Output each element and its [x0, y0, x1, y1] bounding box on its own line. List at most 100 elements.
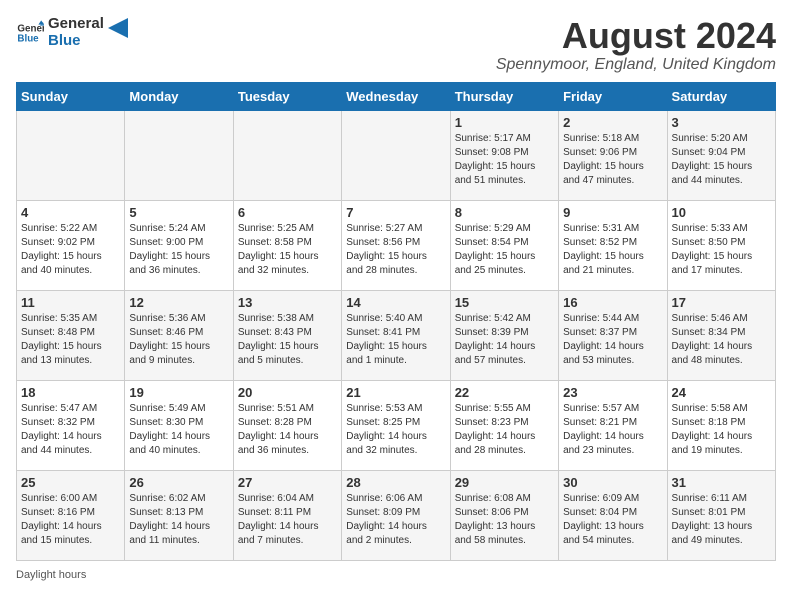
calendar-cell: [233, 110, 341, 200]
calendar-cell: [17, 110, 125, 200]
calendar-cell: 7Sunrise: 5:27 AM Sunset: 8:56 PM Daylig…: [342, 200, 450, 290]
day-info: Sunrise: 5:46 AM Sunset: 8:34 PM Dayligh…: [672, 312, 771, 368]
calendar-cell: 18Sunrise: 5:47 AM Sunset: 8:32 PM Dayli…: [17, 380, 125, 470]
calendar-cell: 14Sunrise: 5:40 AM Sunset: 8:41 PM Dayli…: [342, 290, 450, 380]
calendar-cell: 5 Sunrise: 5:24 AM Sunset: 9:00 PM Daylig…: [125, 200, 233, 290]
day-number: 3: [672, 115, 771, 130]
logo-general: General: [48, 16, 104, 33]
day-info: Sunrise: 5:17 AM Sunset: 9:08 PM Dayligh…: [455, 132, 554, 188]
day-number: 11: [21, 295, 120, 310]
calendar-cell: 26 Sunrise: 6:02 AM Sunset: 8:13 PM Dayli…: [125, 470, 233, 560]
header-saturday: Saturday: [667, 82, 775, 110]
day-number: 21: [346, 385, 445, 400]
day-info: Sunrise: 5:31 AM Sunset: 8:52 PM Dayligh…: [563, 222, 662, 278]
calendar-cell: 23 Sunrise: 5:57 AM Sunset: 8:21 PM Dayli…: [559, 380, 667, 470]
day-number: 9: [563, 205, 662, 220]
day-number: 27: [238, 475, 337, 490]
header-sunday: Sunday: [17, 82, 125, 110]
day-number: 5: [129, 205, 228, 220]
day-number: 17: [672, 295, 771, 310]
day-number: 4: [21, 205, 120, 220]
day-info: Sunrise: 5:22 AM Sunset: 9:02 PM Dayligh…: [21, 222, 120, 278]
day-number: 6: [238, 205, 337, 220]
day-info: Sunrise: 5:24 AM Sunset: 9:00 PM Dayligh…: [129, 222, 228, 278]
logo-blue: Blue: [48, 33, 104, 50]
calendar-cell: 1 Sunrise: 5:17 AM Sunset: 9:08 PM Daylig…: [450, 110, 558, 200]
calendar-cell: 3 Sunrise: 5:20 AM Sunset: 9:04 PM Daylig…: [667, 110, 775, 200]
day-info: Sunrise: 5:29 AM Sunset: 8:54 PM Dayligh…: [455, 222, 554, 278]
calendar-cell: 20Sunrise: 5:51 AM Sunset: 8:28 PM Dayli…: [233, 380, 341, 470]
day-number: 18: [21, 385, 120, 400]
day-info: Sunrise: 5:49 AM Sunset: 8:30 PM Dayligh…: [129, 402, 228, 458]
day-number: 31: [672, 475, 771, 490]
calendar-cell: 10Sunrise: 5:33 AM Sunset: 8:50 PM Dayli…: [667, 200, 775, 290]
day-number: 23: [563, 385, 662, 400]
day-number: 20: [238, 385, 337, 400]
page-header: General Blue General Blue August 2024 Sp…: [16, 16, 776, 74]
title-block: August 2024 Spennymoor, England, United …: [496, 16, 776, 74]
day-info: Sunrise: 6:00 AM Sunset: 8:16 PM Dayligh…: [21, 492, 120, 548]
month-title: August 2024: [496, 16, 776, 56]
week-row-1: 1 Sunrise: 5:17 AM Sunset: 9:08 PM Daylig…: [17, 110, 776, 200]
logo-icon: General Blue: [16, 19, 44, 47]
calendar-cell: 4 Sunrise: 5:22 AM Sunset: 9:02 PM Daylig…: [17, 200, 125, 290]
day-info: Sunrise: 5:44 AM Sunset: 8:37 PM Dayligh…: [563, 312, 662, 368]
day-info: Sunrise: 6:09 AM Sunset: 8:04 PM Dayligh…: [563, 492, 662, 548]
calendar-cell: 9 Sunrise: 5:31 AM Sunset: 8:52 PM Daylig…: [559, 200, 667, 290]
day-info: Sunrise: 5:57 AM Sunset: 8:21 PM Dayligh…: [563, 402, 662, 458]
day-info: Sunrise: 5:33 AM Sunset: 8:50 PM Dayligh…: [672, 222, 771, 278]
day-info: Sunrise: 6:08 AM Sunset: 8:06 PM Dayligh…: [455, 492, 554, 548]
week-row-2: 4 Sunrise: 5:22 AM Sunset: 9:02 PM Daylig…: [17, 200, 776, 290]
calendar-cell: 29 Sunrise: 6:08 AM Sunset: 8:06 PM Dayli…: [450, 470, 558, 560]
day-number: 8: [455, 205, 554, 220]
day-info: Sunrise: 5:35 AM Sunset: 8:48 PM Dayligh…: [21, 312, 120, 368]
calendar-cell: 22Sunrise: 5:55 AM Sunset: 8:23 PM Dayli…: [450, 380, 558, 470]
calendar-cell: [125, 110, 233, 200]
day-info: Sunrise: 5:36 AM Sunset: 8:46 PM Dayligh…: [129, 312, 228, 368]
day-number: 13: [238, 295, 337, 310]
day-info: Sunrise: 6:04 AM Sunset: 8:11 PM Dayligh…: [238, 492, 337, 548]
calendar-cell: 13 Sunrise: 5:38 AM Sunset: 8:43 PM Dayli…: [233, 290, 341, 380]
footer: Daylight hours: [16, 569, 776, 581]
calendar-cell: 16 Sunrise: 5:44 AM Sunset: 8:37 PM Dayli…: [559, 290, 667, 380]
day-info: Sunrise: 5:20 AM Sunset: 9:04 PM Dayligh…: [672, 132, 771, 188]
calendar-cell: 17 Sunrise: 5:46 AM Sunset: 8:34 PM Dayli…: [667, 290, 775, 380]
day-info: Sunrise: 5:25 AM Sunset: 8:58 PM Dayligh…: [238, 222, 337, 278]
day-number: 2: [563, 115, 662, 130]
day-info: Sunrise: 6:02 AM Sunset: 8:13 PM Dayligh…: [129, 492, 228, 548]
calendar-cell: 30 Sunrise: 6:09 AM Sunset: 8:04 PM Dayli…: [559, 470, 667, 560]
day-info: Sunrise: 5:38 AM Sunset: 8:43 PM Dayligh…: [238, 312, 337, 368]
calendar-cell: 28Sunrise: 6:06 AM Sunset: 8:09 PM Dayli…: [342, 470, 450, 560]
day-number: 19: [129, 385, 228, 400]
calendar-cell: 8 Sunrise: 5:29 AM Sunset: 8:54 PM Daylig…: [450, 200, 558, 290]
calendar-cell: 19 Sunrise: 5:49 AM Sunset: 8:30 PM Dayli…: [125, 380, 233, 470]
day-number: 14: [346, 295, 445, 310]
day-info: Sunrise: 5:42 AM Sunset: 8:39 PM Dayligh…: [455, 312, 554, 368]
day-info: Sunrise: 5:58 AM Sunset: 8:18 PM Dayligh…: [672, 402, 771, 458]
calendar-cell: 31Sunrise: 6:11 AM Sunset: 8:01 PM Dayli…: [667, 470, 775, 560]
calendar-cell: 2Sunrise: 5:18 AM Sunset: 9:06 PM Daylig…: [559, 110, 667, 200]
calendar-table: SundayMondayTuesdayWednesdayThursdayFrid…: [16, 82, 776, 561]
day-number: 12: [129, 295, 228, 310]
calendar-cell: 25Sunrise: 6:00 AM Sunset: 8:16 PM Dayli…: [17, 470, 125, 560]
location-title: Spennymoor, England, United Kingdom: [496, 56, 776, 74]
day-info: Sunrise: 6:06 AM Sunset: 8:09 PM Dayligh…: [346, 492, 445, 548]
day-info: Sunrise: 5:27 AM Sunset: 8:56 PM Dayligh…: [346, 222, 445, 278]
header-friday: Friday: [559, 82, 667, 110]
day-number: 29: [455, 475, 554, 490]
day-number: 24: [672, 385, 771, 400]
calendar-cell: 21 Sunrise: 5:53 AM Sunset: 8:25 PM Dayli…: [342, 380, 450, 470]
header-wednesday: Wednesday: [342, 82, 450, 110]
week-row-5: 25Sunrise: 6:00 AM Sunset: 8:16 PM Dayli…: [17, 470, 776, 560]
day-number: 16: [563, 295, 662, 310]
day-number: 30: [563, 475, 662, 490]
day-number: 26: [129, 475, 228, 490]
week-row-3: 11 Sunrise: 5:35 AM Sunset: 8:48 PM Dayli…: [17, 290, 776, 380]
day-info: Sunrise: 5:53 AM Sunset: 8:25 PM Dayligh…: [346, 402, 445, 458]
calendar-cell: 12 Sunrise: 5:36 AM Sunset: 8:46 PM Dayli…: [125, 290, 233, 380]
calendar-cell: 15Sunrise: 5:42 AM Sunset: 8:39 PM Dayli…: [450, 290, 558, 380]
header-monday: Monday: [125, 82, 233, 110]
day-number: 1: [455, 115, 554, 130]
day-info: Sunrise: 5:55 AM Sunset: 8:23 PM Dayligh…: [455, 402, 554, 458]
week-row-4: 18Sunrise: 5:47 AM Sunset: 8:32 PM Dayli…: [17, 380, 776, 470]
